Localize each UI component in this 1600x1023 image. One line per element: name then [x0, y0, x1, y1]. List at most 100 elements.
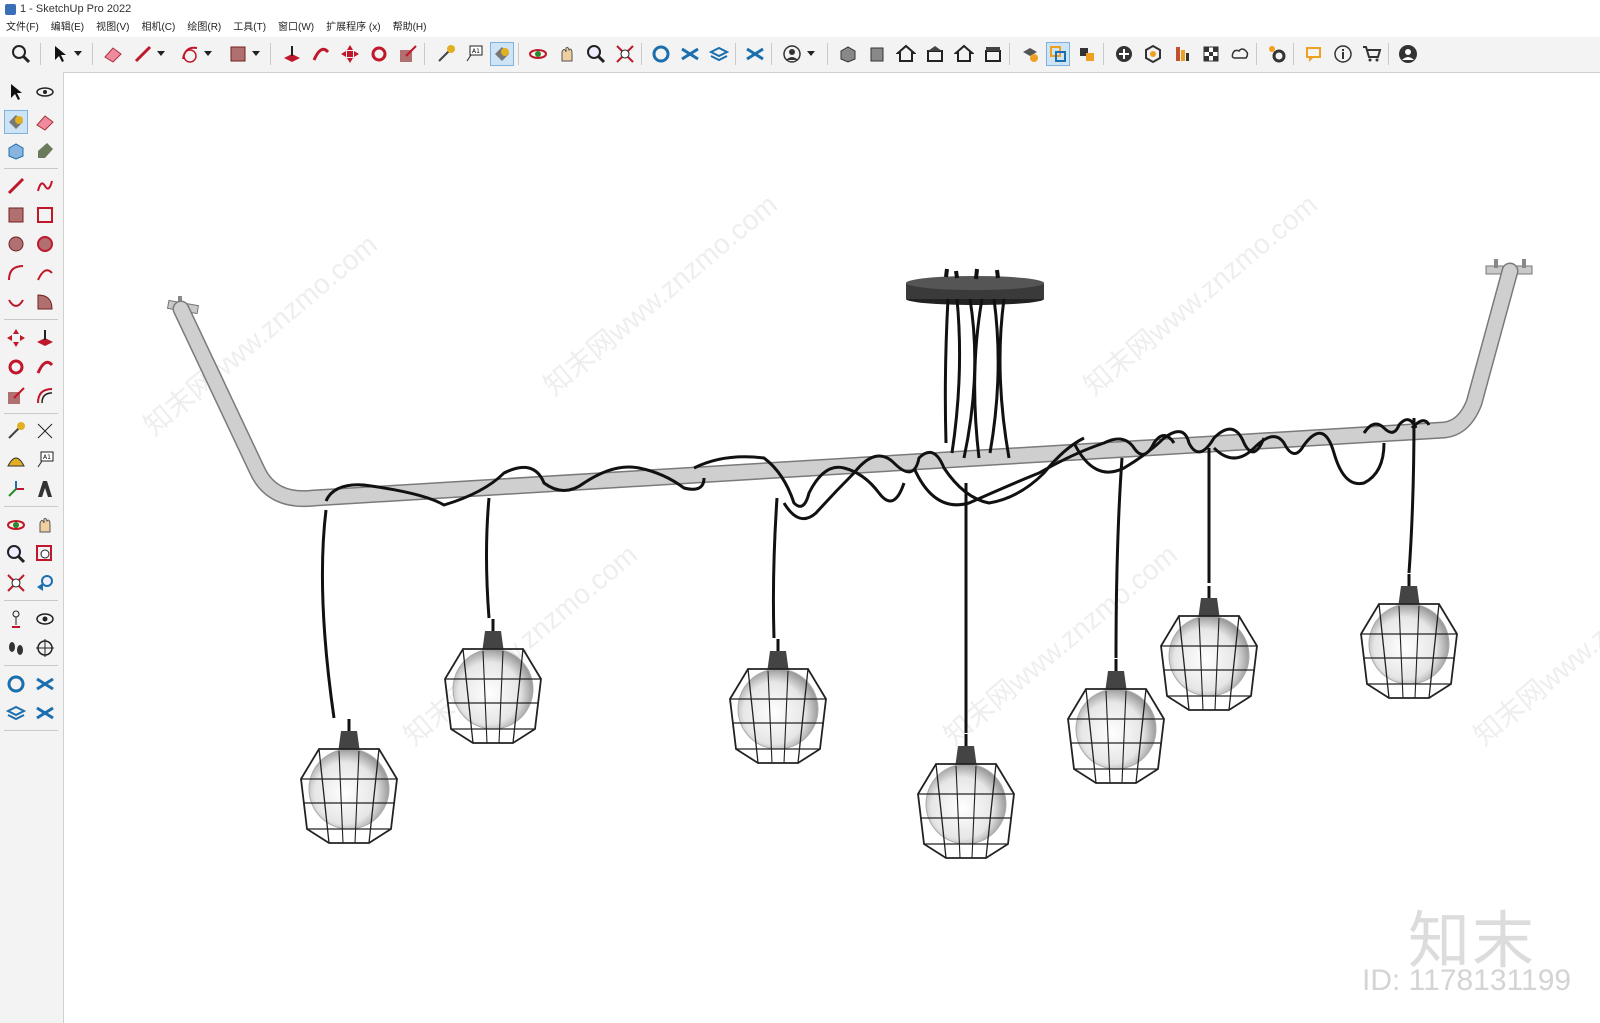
- solid-tools-icon[interactable]: [1018, 42, 1042, 66]
- menu-camera[interactable]: 相机(C): [135, 19, 181, 37]
- pencil-icon[interactable]: [131, 42, 155, 66]
- polygon-icon[interactable]: [33, 232, 57, 256]
- menu-tools[interactable]: 工具(T): [227, 19, 272, 37]
- info-icon[interactable]: [1331, 42, 1355, 66]
- soften-icon[interactable]: [1199, 42, 1223, 66]
- user-icon[interactable]: [780, 42, 804, 66]
- dropdown-icon[interactable]: [202, 42, 214, 66]
- zoom-extents-icon[interactable]: [4, 571, 28, 595]
- zoom-extents-icon[interactable]: [613, 42, 637, 66]
- look-around-icon[interactable]: [33, 607, 57, 631]
- menu-view[interactable]: 视图(V): [90, 19, 135, 37]
- rectangle-icon[interactable]: [226, 42, 250, 66]
- menu-edit[interactable]: 编辑(E): [45, 19, 90, 37]
- push-pull-icon[interactable]: [33, 326, 57, 350]
- section-icon[interactable]: [1075, 42, 1099, 66]
- right-view-icon[interactable]: [923, 42, 947, 66]
- position-camera-icon[interactable]: [4, 607, 28, 631]
- model-viewport[interactable]: 知末网www.znzmo.com 知末网www.znzmo.com 知末网www…: [64, 73, 1600, 1023]
- dropdown-icon[interactable]: [155, 42, 167, 66]
- menu-draw[interactable]: 绘图(R): [181, 19, 227, 37]
- tag-icon[interactable]: [33, 139, 57, 163]
- pan-icon[interactable]: [555, 42, 579, 66]
- eraser-icon[interactable]: [101, 42, 125, 66]
- three-point-arc-icon[interactable]: [4, 290, 28, 314]
- walk-icon[interactable]: [4, 636, 28, 660]
- settings-icon[interactable]: [1265, 42, 1289, 66]
- cloud-icon[interactable]: [1228, 42, 1252, 66]
- text-icon[interactable]: A1: [33, 448, 57, 472]
- components-icon[interactable]: [4, 139, 28, 163]
- protractor-icon[interactable]: [4, 448, 28, 472]
- two-point-arc-icon[interactable]: [33, 261, 57, 285]
- iso-view-icon[interactable]: [836, 42, 860, 66]
- cart-icon[interactable]: [1360, 42, 1384, 66]
- outer-shell-icon[interactable]: [1046, 42, 1070, 66]
- select-icon[interactable]: [4, 80, 28, 104]
- circle-icon[interactable]: [4, 232, 28, 256]
- zoom-icon[interactable]: [9, 42, 33, 66]
- follow-me-icon[interactable]: [309, 42, 333, 66]
- rotated-rectangle-icon[interactable]: [33, 203, 57, 227]
- select-icon[interactable]: [48, 42, 72, 66]
- push-pull-icon[interactable]: [280, 42, 304, 66]
- left-view-icon[interactable]: [981, 42, 1005, 66]
- axes-icon[interactable]: [4, 477, 28, 501]
- pendant-lamp-6: [1159, 584, 1259, 712]
- tape-measure-icon[interactable]: [4, 419, 28, 443]
- chat-icon[interactable]: [1302, 42, 1326, 66]
- menu-help[interactable]: 帮助(H): [387, 19, 433, 37]
- tape-measure-icon[interactable]: [434, 42, 458, 66]
- paint-bucket-icon[interactable]: [490, 42, 514, 66]
- top-view-icon[interactable]: [894, 42, 918, 66]
- dropdown-icon[interactable]: [805, 42, 817, 66]
- extension-manager-icon[interactable]: [743, 42, 767, 66]
- layout-icon[interactable]: [4, 701, 28, 725]
- menu-extensions[interactable]: 扩展程序 (x): [320, 19, 386, 37]
- model-info-icon[interactable]: [1170, 42, 1194, 66]
- scale-icon[interactable]: [396, 42, 420, 66]
- warehouse-icon[interactable]: [4, 672, 28, 696]
- previous-view-icon[interactable]: [33, 571, 57, 595]
- zoom-tool-icon[interactable]: [584, 42, 608, 66]
- orbit-icon[interactable]: [33, 80, 57, 104]
- dimension-icon[interactable]: [33, 419, 57, 443]
- back-view-icon[interactable]: [952, 42, 976, 66]
- move-icon[interactable]: [4, 326, 28, 350]
- text-icon[interactable]: A1: [462, 42, 486, 66]
- extension-warehouse-icon[interactable]: [678, 42, 702, 66]
- orbit-icon[interactable]: [526, 42, 550, 66]
- zoom-tool-icon[interactable]: [4, 542, 28, 566]
- offset-icon[interactable]: [33, 384, 57, 408]
- line-icon[interactable]: [4, 174, 28, 198]
- eraser-icon[interactable]: [33, 110, 57, 134]
- scale-icon[interactable]: [4, 384, 28, 408]
- rotate-icon[interactable]: [4, 355, 28, 379]
- menu-window[interactable]: 窗口(W): [272, 19, 320, 37]
- arc-icon[interactable]: [4, 261, 28, 285]
- pie-icon[interactable]: [33, 290, 57, 314]
- freehand-icon[interactable]: [33, 174, 57, 198]
- orbit-color-icon[interactable]: [4, 513, 28, 537]
- warehouse-icon[interactable]: [649, 42, 673, 66]
- account-icon[interactable]: [1396, 42, 1420, 66]
- add-location-icon[interactable]: [1112, 42, 1136, 66]
- menu-file[interactable]: 文件(F): [0, 19, 45, 37]
- pan-icon[interactable]: [33, 513, 57, 537]
- 3d-text-icon[interactable]: [33, 477, 57, 501]
- layout-icon[interactable]: [707, 42, 731, 66]
- rectangle-icon[interactable]: [4, 203, 28, 227]
- rotate-icon[interactable]: [367, 42, 391, 66]
- arc-icon[interactable]: [178, 42, 202, 66]
- front-view-icon[interactable]: [865, 42, 889, 66]
- section-plane-icon[interactable]: [33, 636, 57, 660]
- dropdown-icon[interactable]: [250, 42, 262, 66]
- zoom-window-icon[interactable]: [33, 542, 57, 566]
- extension-warehouse-icon[interactable]: [33, 672, 57, 696]
- move-icon[interactable]: [338, 42, 362, 66]
- photo-textures-icon[interactable]: [1141, 42, 1165, 66]
- extension-manager-icon[interactable]: [33, 701, 57, 725]
- paint-bucket-icon[interactable]: [4, 110, 28, 134]
- follow-me-icon[interactable]: [33, 355, 57, 379]
- dropdown-icon[interactable]: [72, 42, 84, 66]
